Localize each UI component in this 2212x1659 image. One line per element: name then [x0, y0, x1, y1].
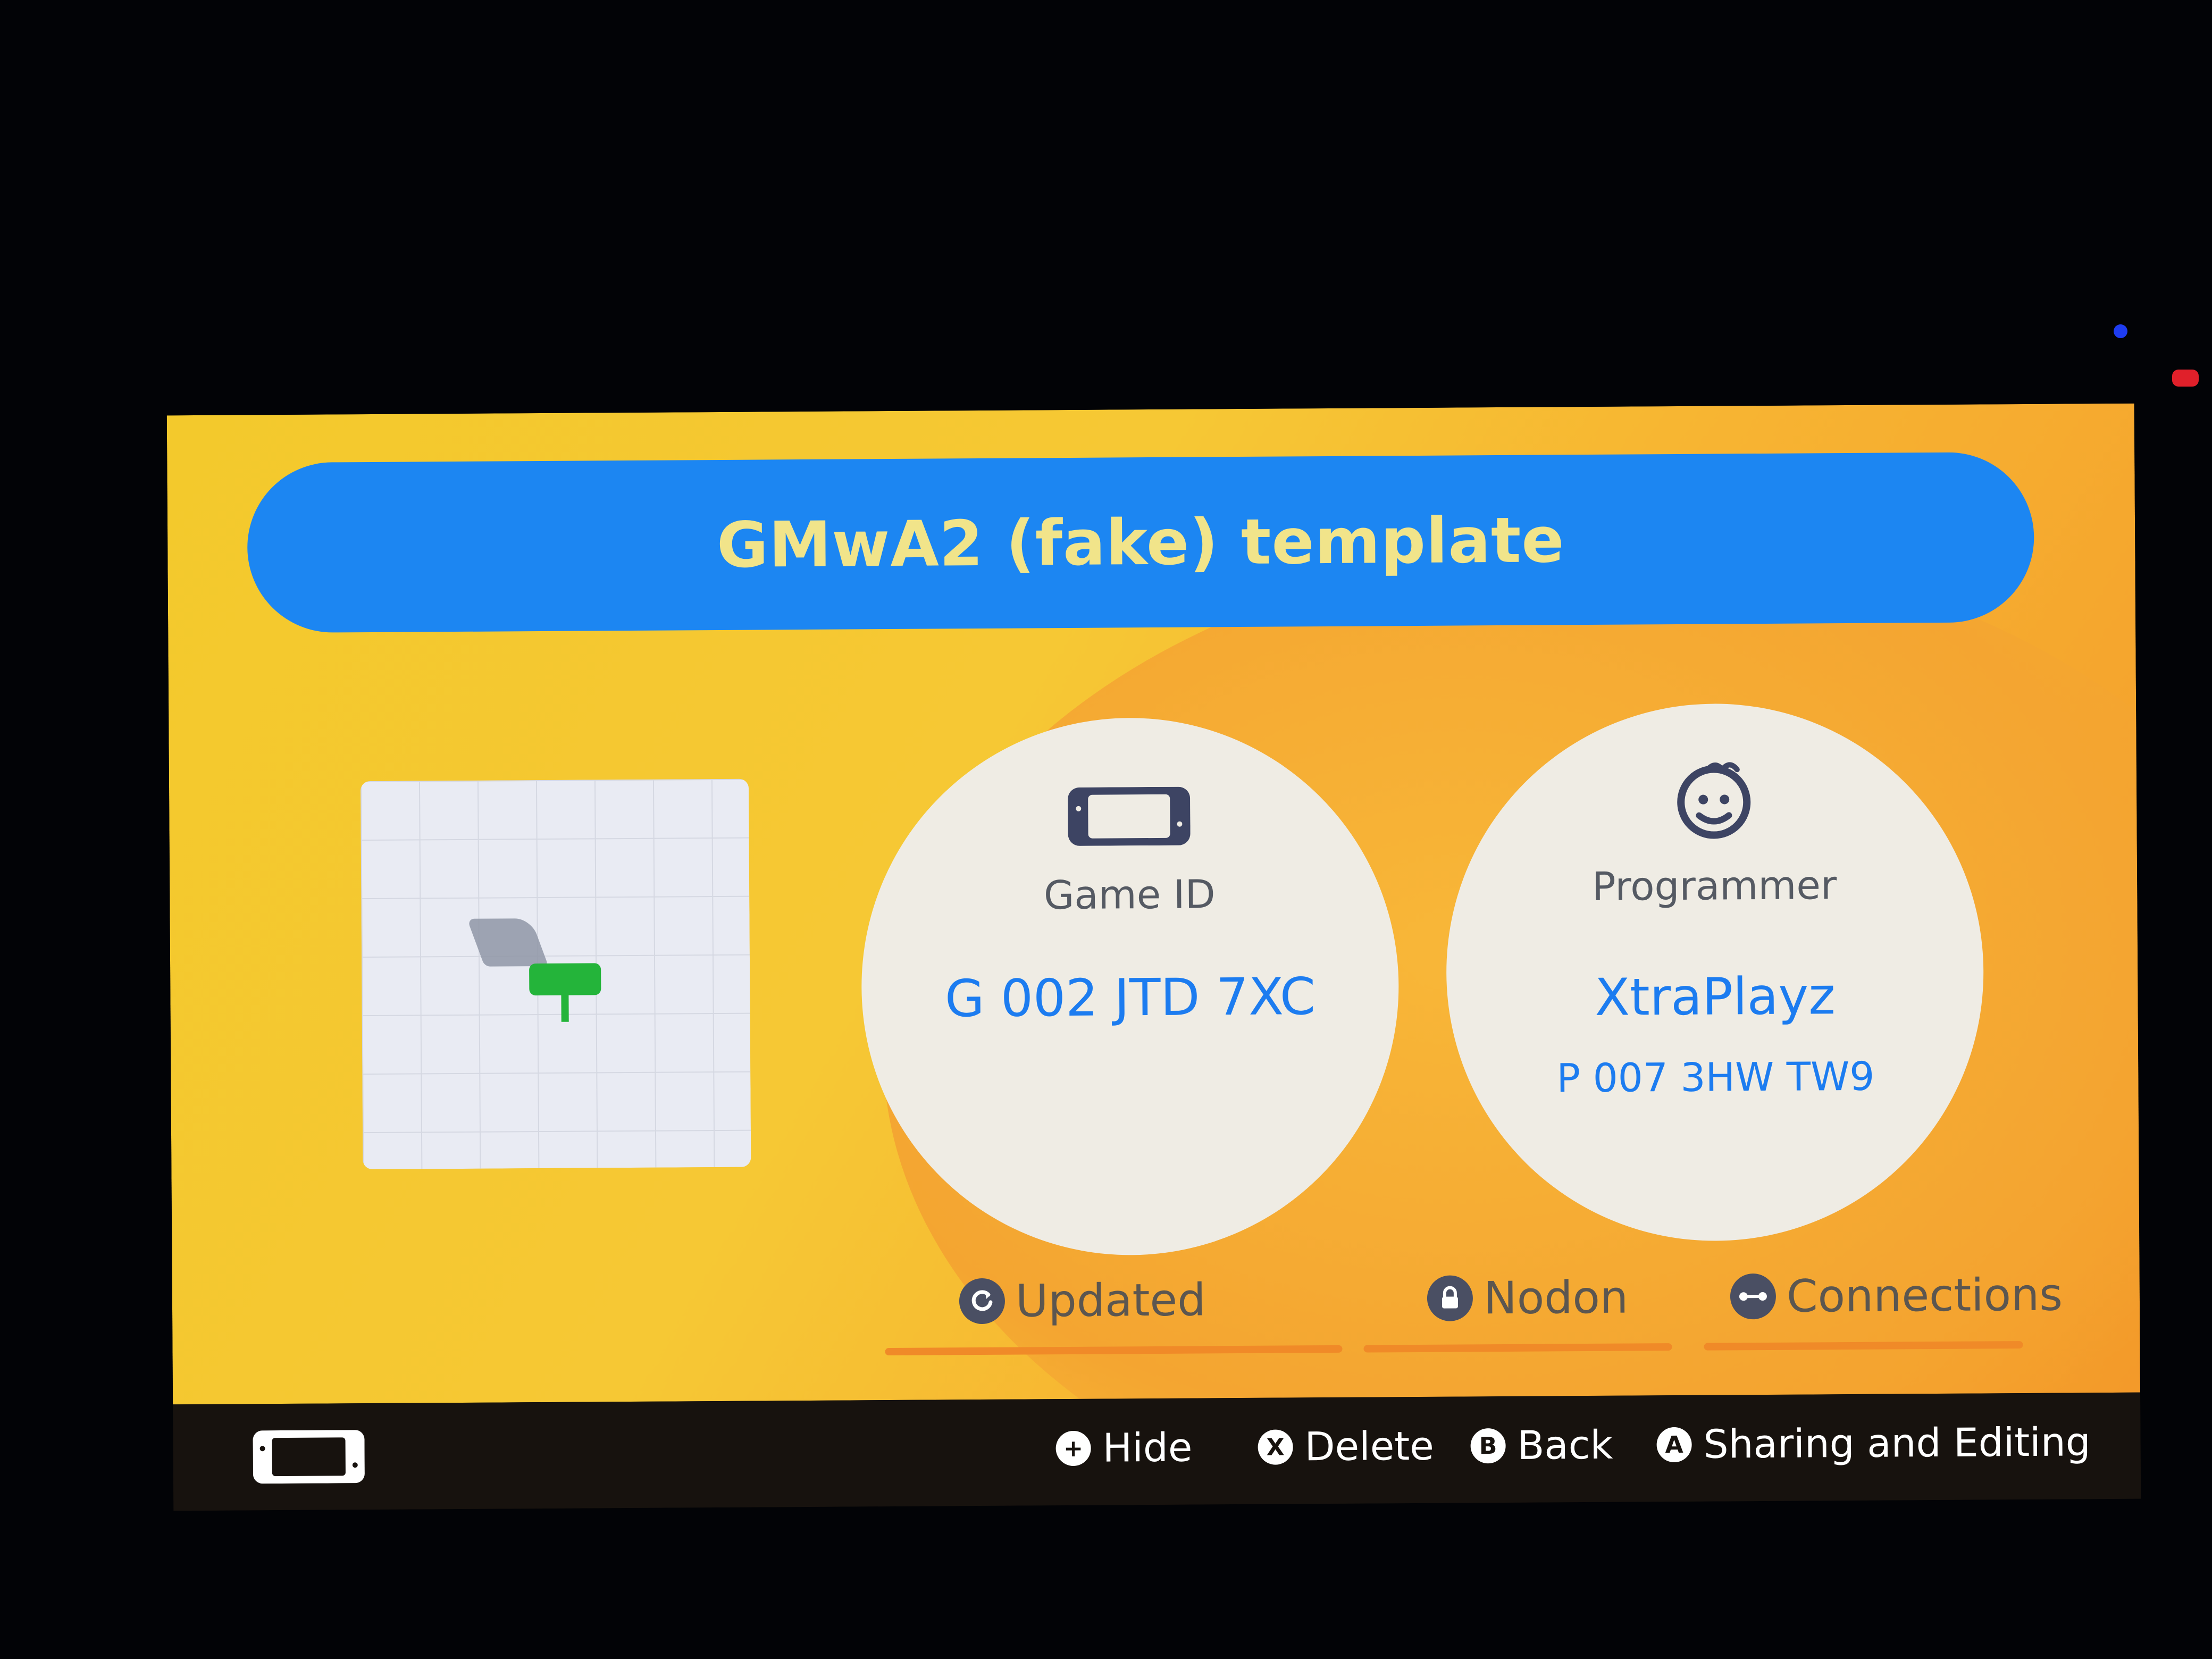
tab-nodon-label: Nodon [1483, 1271, 1629, 1325]
hide-label: Hide [1102, 1425, 1193, 1471]
programmer-card[interactable]: Programmer XtraPlayz P 007 3HW TW9 [1445, 702, 1985, 1243]
button-hint-bar: + Hide X Delete B Back A Sharing and Edi… [173, 1392, 2141, 1511]
game-id-card[interactable]: Game ID G 002 JTD 7XC [860, 716, 1401, 1257]
back-label: Back [1517, 1422, 1613, 1469]
indicator-light-blue [2114, 324, 2127, 338]
switch-console-icon [253, 1430, 365, 1486]
b-button-icon: B [1470, 1428, 1506, 1464]
tab-connections-label: Connections [1786, 1268, 2063, 1322]
tab-updated-label: Updated [1015, 1273, 1206, 1327]
game-info-panel: GMwA2 (fake) template Game ID G 002 JTD … [166, 403, 2141, 1405]
x-button-icon: X [1258, 1429, 1293, 1465]
game-id-value: G 002 JTD 7XC [944, 967, 1316, 1029]
smiley-face-icon [1445, 755, 1983, 843]
game-screen: GMwA2 (fake) template Game ID G 002 JTD … [166, 403, 2141, 1511]
nodon-figure [529, 963, 601, 996]
link-icon [1730, 1273, 1777, 1320]
nodon-figure-stem [561, 992, 569, 1022]
title-bar: GMwA2 (fake) template [247, 451, 2035, 633]
hide-button[interactable]: + Hide [1055, 1425, 1193, 1472]
game-preview-thumbnail[interactable] [360, 778, 751, 1170]
tab-updated[interactable]: Updated [959, 1260, 1206, 1341]
nodon-shadow [467, 918, 549, 967]
programmer-label: Programmer [1591, 862, 1837, 910]
delete-label: Delete [1304, 1423, 1435, 1470]
game-title: GMwA2 (fake) template [716, 503, 1565, 582]
programmer-id: P 007 3HW TW9 [1556, 1053, 1875, 1102]
game-id-label: Game ID [1043, 872, 1216, 919]
a-button-icon: A [1656, 1427, 1692, 1463]
indicator-light-red [2172, 370, 2199, 387]
back-button[interactable]: B Back [1470, 1422, 1613, 1469]
sharing-and-editing-button[interactable]: A Sharing and Editing [1656, 1419, 2091, 1468]
plus-button-icon: + [1055, 1430, 1091, 1467]
tab-connections[interactable]: Connections [1730, 1255, 2063, 1337]
switch-console-icon [860, 785, 1398, 847]
sharing-and-editing-label: Sharing and Editing [1703, 1419, 2091, 1468]
lock-icon [1427, 1275, 1473, 1321]
programmer-name: XtraPlayz [1594, 966, 1836, 1027]
tab-nodon[interactable]: Nodon [1427, 1258, 1628, 1338]
delete-button[interactable]: X Delete [1258, 1423, 1434, 1470]
refresh-icon [959, 1278, 1006, 1325]
